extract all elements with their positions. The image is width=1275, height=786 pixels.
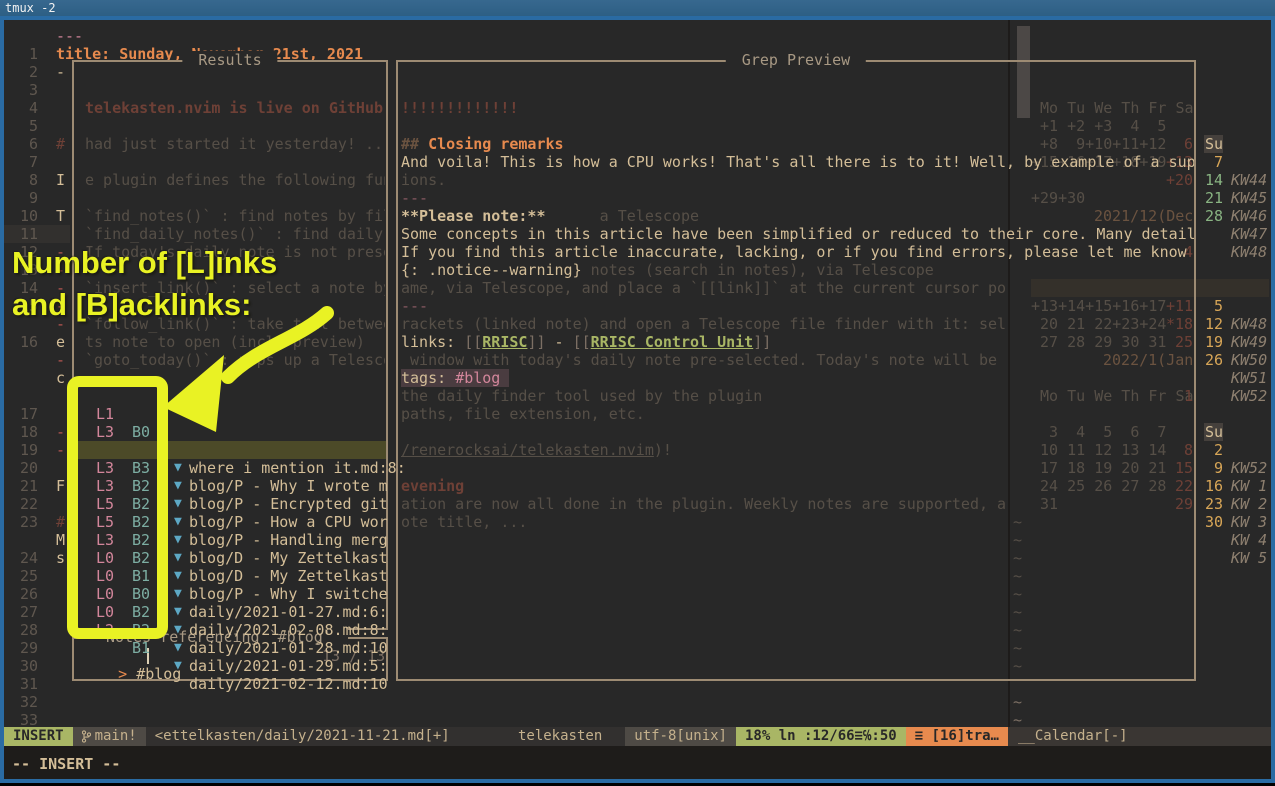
filetype-segment: telekasten: [509, 727, 611, 746]
line-number-row: 27: [12, 585, 66, 603]
statusline: INSERT main! <ettelkasten/daily/2021-11-…: [4, 727, 1008, 746]
preview-line: /renerocksai/telekasten.nvim)!: [401, 441, 672, 459]
prompt-caret-char: >: [118, 665, 127, 683]
annotation-text-line1: Number of [L]inks: [12, 245, 277, 281]
preview-line: ions.: [401, 171, 446, 189]
calendar-week-number: KW46: [1231, 207, 1267, 225]
calendar-week-number: KW45: [1231, 189, 1267, 207]
line-number-row: 10: [12, 189, 66, 207]
buffer-margin-char: -: [56, 351, 65, 369]
calendar-week-number: KW49: [1231, 333, 1267, 351]
line-number-row: 9 T: [12, 171, 66, 189]
preview-line: ote title, ...: [401, 513, 527, 531]
preview-line: evening: [401, 477, 464, 495]
line-number-row: 21: [12, 459, 66, 477]
encoding-segment: utf-8[unix]: [625, 727, 736, 746]
result-file-label: daily/2021-02-12.md:10: [189, 675, 388, 693]
preview-line: Some concepts in this article have been …: [401, 225, 1194, 243]
preview-line: !!!!!!!!!!!!!: [401, 99, 518, 117]
line-number-row: 26: [12, 567, 66, 585]
calendar-statusline: __Calendar[-]: [1008, 727, 1271, 746]
git-branch-label: main!: [95, 727, 137, 746]
line-number-row: 32: [12, 675, 66, 693]
preview-line: the daily finder tool used by the plugin: [401, 387, 762, 405]
calendar-week-number: KW 2: [1231, 495, 1267, 513]
preview-line: ame, via Telescope, and place a `[[link]…: [401, 279, 1006, 297]
line-number-row: 7 I: [12, 135, 66, 153]
calendar-sunday: 23: [1204, 495, 1223, 513]
calendar-sunday: 21: [1204, 189, 1223, 207]
line-number-row: c: [12, 333, 66, 351]
calendar-week-number: KW 3: [1231, 513, 1267, 531]
line-number-row: 17 -: [12, 387, 66, 405]
grep-preview-content: !!!!!!!!!!!!! ## Closing remarksAnd voila…: [401, 62, 1194, 679]
preview-line: links: [[RRISC]] - [[RRISC Control Unit]…: [401, 333, 771, 351]
position-segment: 18% ln :12/66≡℅:50: [736, 727, 906, 746]
preview-line: rackets (linked note) and open a Telesco…: [401, 315, 1006, 333]
annotation-arrow-icon: [130, 295, 360, 455]
preview-line: tags: #blog: [401, 369, 509, 387]
line-number-row: 1: [12, 27, 66, 45]
buffer-margin-char: c: [56, 369, 65, 387]
filename-segment: <ettelkasten/daily/2021-11-21.md[+]: [146, 727, 459, 746]
line-number-row: 8: [12, 153, 66, 171]
line-number-row: s: [12, 513, 66, 531]
preview-line: If you find this article inaccurate, lac…: [401, 243, 1187, 261]
preview-line: window with today's daily note pre-selec…: [401, 351, 997, 369]
git-branch-icon: [82, 730, 91, 743]
line-number-row: 22 #: [12, 477, 66, 495]
line-number-row: 20 F: [12, 441, 66, 459]
result-file-label: daily/2021-02-08.md:8:: [189, 621, 388, 639]
preview-line: ## Closing remarks: [401, 135, 564, 153]
line-number-row: 11 -: [12, 207, 66, 225]
line-number-row: 3: [12, 63, 66, 81]
statusline-spacer: [459, 727, 509, 746]
line-number-row: 23 M: [12, 495, 66, 513]
insert-mode-message: -- INSERT --: [12, 755, 120, 773]
preview-line: And voila! This is how a CPU works! That…: [401, 153, 1194, 171]
calendar-sunday: 26: [1204, 351, 1223, 369]
line-number-row: 29: [12, 621, 66, 639]
trailing-whitespace-segment: ≡ [16]tra…: [906, 727, 1008, 746]
line-number-row: 2: [12, 45, 66, 63]
tmux-title-text: tmux -2: [5, 1, 56, 15]
calendar-sunday: 30: [1204, 513, 1223, 531]
markdown-file-icon: ▼: [174, 657, 182, 675]
line-number-row: 5 #: [12, 99, 66, 117]
line-number-row: 33: [12, 693, 66, 711]
results-window-title: Results: [182, 51, 277, 69]
calendar-fragment: ~: [1013, 693, 1022, 711]
line-number-row: 24: [12, 531, 66, 549]
calendar-sunday: 28: [1204, 207, 1223, 225]
backlinks-count: B1: [132, 639, 150, 657]
markdown-file-icon: ▼: [174, 621, 182, 639]
preview-line: ---: [401, 297, 428, 315]
tmux-titlebar: tmux -2: [0, 0, 1275, 16]
line-number-row: 12 -: [12, 225, 66, 243]
calendar-week-number: KW 5: [1231, 549, 1267, 567]
line-number-row: 4: [12, 81, 66, 99]
calendar-week-number: KW 4: [1231, 531, 1267, 549]
line-number-row: 18 -: [12, 405, 66, 423]
line-number-row: 28: [12, 603, 66, 621]
calendar-week-number: KW50: [1231, 351, 1267, 369]
line-number-row: 6: [12, 117, 66, 135]
line-number-row: 25: [12, 549, 66, 567]
preview-line: ---: [401, 189, 428, 207]
line-number-row: 19: [12, 423, 66, 441]
result-file-label: daily/2021-01-29.md:5:: [189, 657, 388, 675]
line-number-row: 31: [12, 657, 66, 675]
cmdline-area: -- INSERT --: [4, 746, 1271, 779]
result-file-label: daily/2021-01-28.md:10: [189, 639, 388, 657]
preview-line: paths, file extension, etc.: [401, 405, 645, 423]
preview-line: {: .notice--warning} notes (search in no…: [401, 261, 934, 279]
calendar-sunday: 19: [1204, 333, 1223, 351]
line-number-row: 30: [12, 639, 66, 657]
preview-line: ation are now all done in the plugin. We…: [401, 495, 1006, 513]
markdown-file-icon: ▼: [174, 639, 182, 657]
git-branch-segment: main!: [73, 727, 146, 746]
preview-line: **Please note:** a Telescope: [401, 207, 699, 225]
mode-indicator: INSERT: [4, 727, 73, 746]
